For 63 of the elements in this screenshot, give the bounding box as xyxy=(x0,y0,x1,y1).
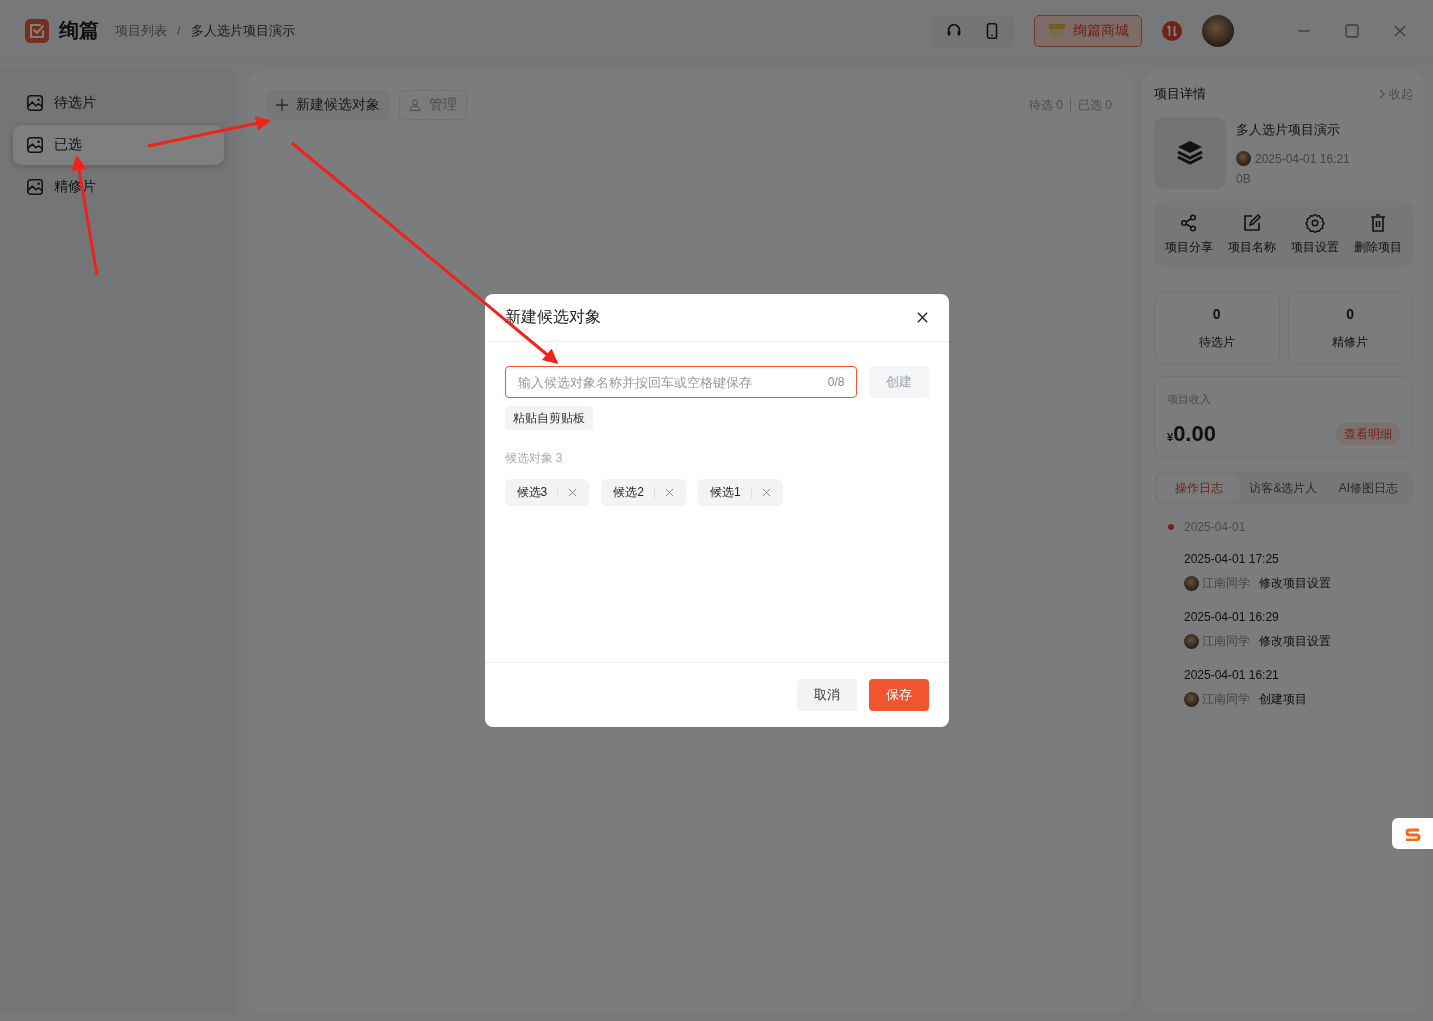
store-button[interactable]: 绚篇商城 xyxy=(1034,14,1142,47)
close-icon[interactable] xyxy=(915,311,929,324)
image-icon xyxy=(26,178,44,196)
logo-icon xyxy=(25,18,49,43)
breadcrumb-item[interactable]: 项目列表 xyxy=(115,21,167,40)
stat-value: 0 xyxy=(1212,305,1221,322)
user-avatar xyxy=(1236,151,1251,166)
user-avatar[interactable] xyxy=(1202,14,1234,47)
edit-icon xyxy=(1242,213,1263,233)
tag-label: 候选2 xyxy=(613,484,644,501)
remove-icon[interactable] xyxy=(568,488,578,497)
log-time: 2025-04-01 16:29 xyxy=(1184,610,1280,624)
ime-logo-icon xyxy=(1402,826,1423,841)
action-button[interactable]: 项目设置 xyxy=(1290,213,1339,256)
panel-title: 项目详情 xyxy=(1154,85,1206,103)
app-name: 绚篇 xyxy=(59,18,99,43)
breadcrumb-item: 多人选片项目演示 xyxy=(190,21,295,40)
details-button[interactable]: 查看明细 xyxy=(1336,423,1400,445)
sidebar-item[interactable]: 精修片 xyxy=(12,166,225,208)
log-action: 创建项目 xyxy=(1259,691,1307,708)
stat-value: 0 xyxy=(1346,305,1355,322)
remove-icon[interactable] xyxy=(664,488,674,497)
log-action: 修改项目设置 xyxy=(1259,633,1331,650)
image-icon xyxy=(26,94,44,112)
chevron-icon xyxy=(1379,89,1385,99)
project-name: 多人选片项目演示 xyxy=(1236,121,1341,139)
log-tab[interactable]: AI修图日志 xyxy=(1327,475,1410,501)
user-avatar xyxy=(1184,576,1199,591)
save-button[interactable]: 保存 xyxy=(868,679,929,711)
action-button[interactable]: 删除项目 xyxy=(1353,213,1402,256)
action-button[interactable]: 项目名称 xyxy=(1228,213,1277,256)
income-amount: ¥0.00 xyxy=(1167,421,1216,447)
tag-label: 候选1 xyxy=(709,484,741,501)
action-button[interactable]: 项目分享 xyxy=(1165,213,1214,256)
log-time: 2025-04-01 17:25 xyxy=(1184,552,1280,566)
sidebar-item[interactable]: 已选 xyxy=(12,124,225,166)
project-size: 0B xyxy=(1236,172,1252,186)
log-tab[interactable]: 访客&选片人 xyxy=(1242,475,1325,501)
log-tab[interactable]: 操作日志 xyxy=(1157,475,1240,501)
cancel-button[interactable]: 取消 xyxy=(796,679,857,711)
character-counter: 0/8 xyxy=(827,375,845,389)
candidates-label: 候选对象 3 xyxy=(504,450,563,467)
sidebar-item[interactable]: 待选片 xyxy=(12,82,225,124)
user-avatar xyxy=(1184,692,1199,707)
stat-label: 精修片 xyxy=(1332,333,1369,351)
sync-icon[interactable] xyxy=(1162,20,1182,41)
log-time: 2025-04-01 16:21 xyxy=(1184,668,1280,682)
settings-icon xyxy=(1304,213,1325,233)
image-icon xyxy=(26,136,44,154)
timeline-dot xyxy=(1168,524,1174,530)
tag-label: 候选3 xyxy=(516,484,548,501)
ime-widget[interactable] xyxy=(1392,818,1433,849)
new-candidate-button[interactable]: 新建候选对象 xyxy=(267,90,389,120)
breadcrumb-separator: / xyxy=(177,23,181,38)
log-action: 修改项目设置 xyxy=(1259,575,1331,592)
user-avatar xyxy=(1184,634,1199,649)
paste-button[interactable]: 粘贴自剪贴板 xyxy=(504,406,593,430)
plus-icon xyxy=(276,99,288,111)
remove-icon[interactable] xyxy=(761,488,771,497)
stat-label: 待选片 xyxy=(1198,333,1235,351)
maximize-icon[interactable] xyxy=(1344,22,1360,39)
person-icon xyxy=(409,99,421,111)
created-time: 2025-04-01 16:21 xyxy=(1255,151,1350,166)
